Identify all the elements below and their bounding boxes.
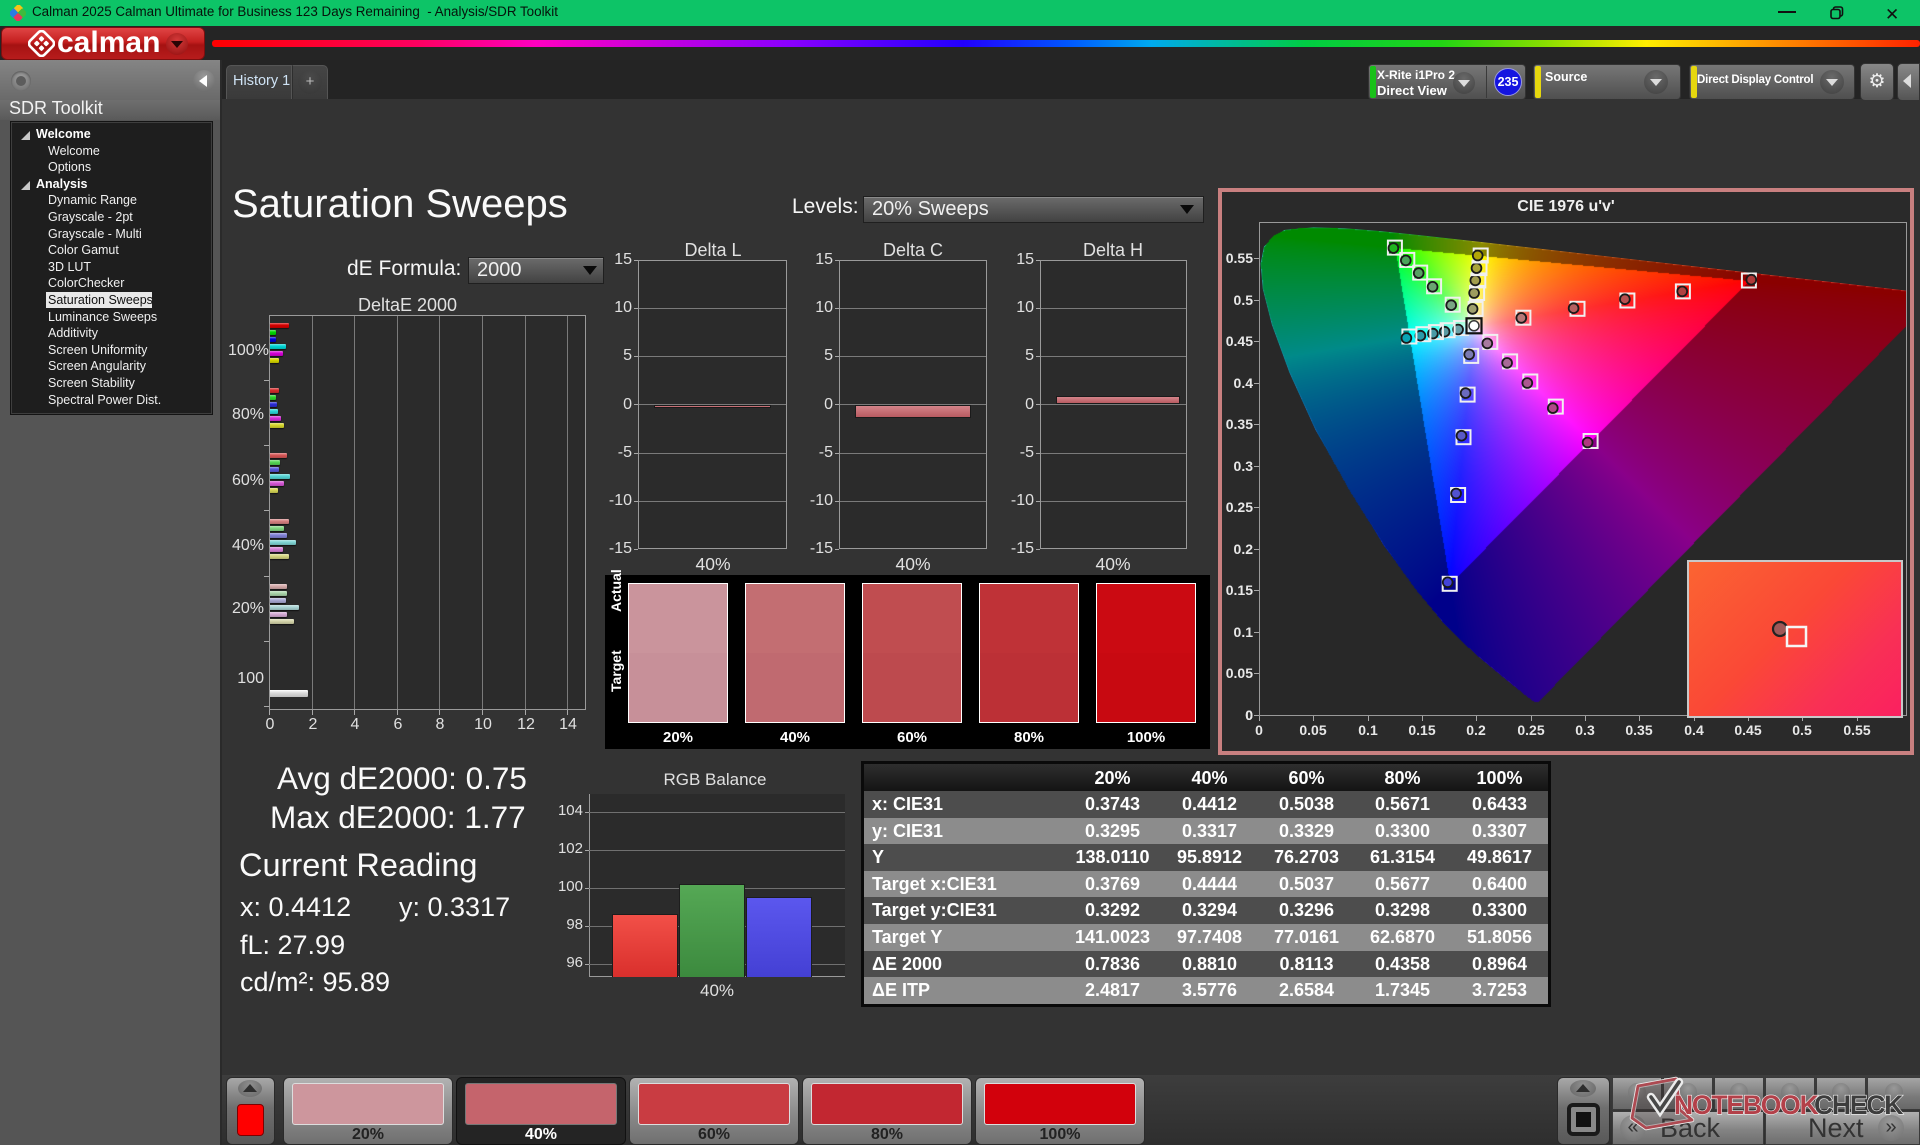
svg-text:NOTEBOOK: NOTEBOOK [1674, 1090, 1819, 1120]
svg-text:CHECK: CHECK [1814, 1090, 1903, 1120]
